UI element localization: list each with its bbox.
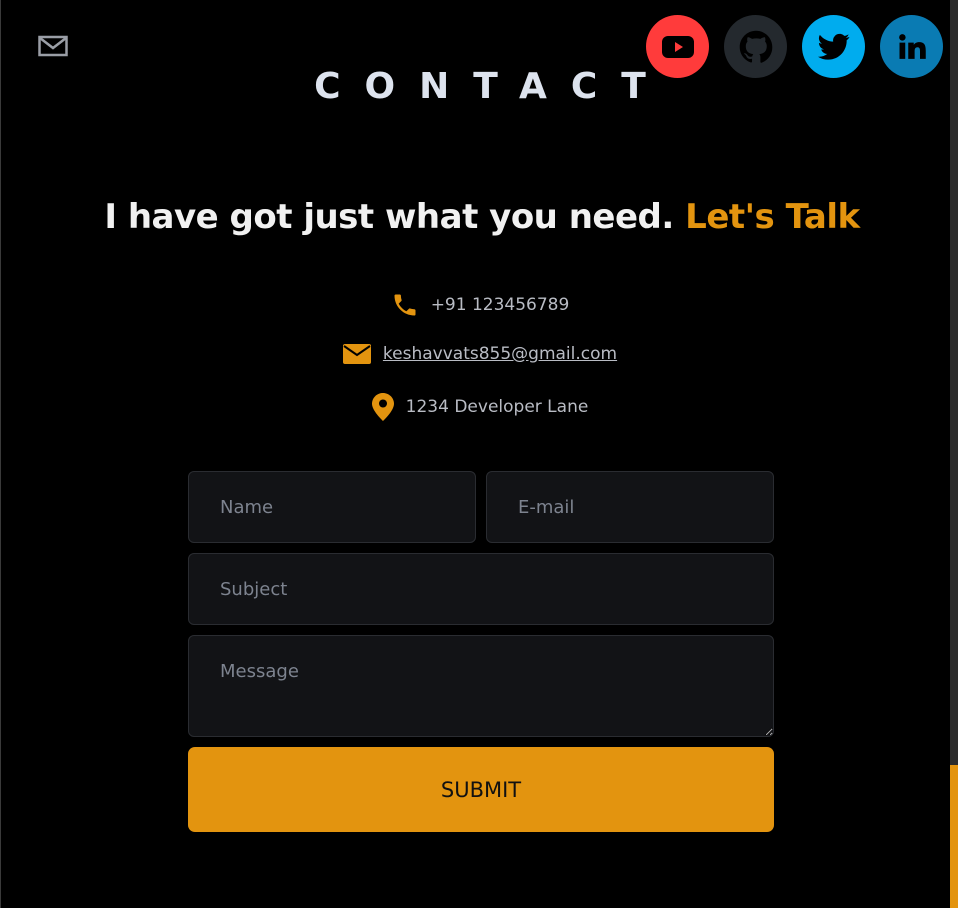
subject-input[interactable] (188, 553, 774, 625)
scrollbar-thumb[interactable] (950, 765, 958, 908)
address-text: 1234 Developer Lane (405, 397, 589, 417)
address-row: 1234 Developer Lane (1, 393, 958, 421)
headline: I have got just what you need. Let's Tal… (1, 197, 958, 237)
email-row: keshavvats855@gmail.com (1, 343, 958, 365)
twitter-icon (817, 33, 849, 60)
mail-icon[interactable] (38, 33, 68, 59)
headline-text: I have got just what you need. (104, 197, 674, 237)
headline-accent: Let's Talk (685, 197, 860, 237)
contact-page: CONTACT I have got just what you need. L… (0, 0, 958, 908)
youtube-icon (661, 35, 694, 58)
contact-form: SUBMIT (188, 471, 774, 832)
phone-number: +91 123456789 (430, 295, 570, 315)
scrollbar[interactable] (950, 0, 958, 908)
name-input[interactable] (188, 471, 476, 543)
message-textarea[interactable] (188, 635, 774, 737)
phone-icon (391, 291, 419, 319)
github-icon (739, 30, 772, 63)
email-input[interactable] (486, 471, 774, 543)
location-pin-icon (371, 393, 394, 421)
linkedin-icon (898, 33, 926, 59)
email-link[interactable]: keshavvats855@gmail.com (383, 344, 617, 364)
section-title: CONTACT (314, 66, 670, 107)
name-email-row (188, 471, 774, 543)
envelope-icon (342, 343, 371, 365)
submit-button[interactable]: SUBMIT (188, 747, 774, 832)
phone-row: +91 123456789 (1, 291, 958, 319)
